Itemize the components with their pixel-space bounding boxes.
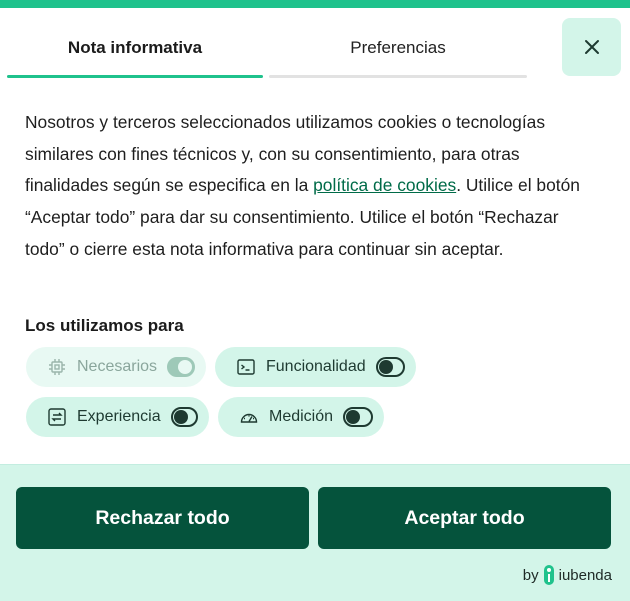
chip-label: Experiencia — [77, 408, 161, 425]
chip-label: Necesarios — [77, 358, 158, 375]
experiencia-toggle[interactable] — [170, 407, 198, 427]
purpose-chip-medicion[interactable]: Medición — [218, 397, 384, 437]
iubenda-logo-icon — [543, 565, 554, 585]
purposes-title: Los utilizamos para — [25, 316, 184, 335]
chip-icon — [47, 357, 67, 377]
tab-bar: Nota informativa Preferencias — [7, 20, 527, 80]
purpose-chip-experiencia[interactable]: Experiencia — [26, 397, 209, 437]
chip-label: Medición — [269, 408, 334, 425]
purpose-chip-necesarios: Necesarios — [26, 347, 206, 387]
purpose-chip-funcionalidad[interactable]: Funcionalidad — [215, 347, 416, 387]
necesarios-toggle — [167, 357, 195, 377]
chip-label: Funcionalidad — [266, 358, 366, 375]
brand[interactable]: by iubenda — [523, 565, 612, 585]
medicion-toggle[interactable] — [343, 407, 373, 427]
footer: Rechazar todo Aceptar todo by iubenda — [0, 464, 630, 601]
swap-arrows-icon — [47, 407, 67, 427]
tab-active-indicator — [7, 75, 263, 78]
tab-label: Nota informativa — [67, 38, 203, 57]
top-accent-bar — [0, 0, 630, 8]
close-button[interactable] — [562, 18, 621, 76]
cookie-policy-link[interactable]: política de cookies — [313, 175, 456, 195]
tab-preferencias[interactable]: Preferencias — [269, 20, 527, 78]
gauge-icon — [239, 407, 259, 427]
accept-all-button[interactable]: Aceptar todo — [318, 487, 611, 549]
terminal-icon — [236, 357, 256, 377]
funcionalidad-toggle[interactable] — [375, 357, 405, 377]
reject-all-button[interactable]: Rechazar todo — [16, 487, 309, 549]
description-text: Nosotros y terceros seleccionados utiliz… — [25, 107, 595, 266]
tab-indicator — [269, 75, 527, 78]
tab-label: Preferencias — [350, 38, 446, 57]
tab-nota-informativa[interactable]: Nota informativa — [7, 20, 263, 78]
brand-prefix: by — [522, 566, 539, 584]
close-icon — [584, 40, 599, 54]
brand-name: iubenda — [558, 566, 612, 584]
